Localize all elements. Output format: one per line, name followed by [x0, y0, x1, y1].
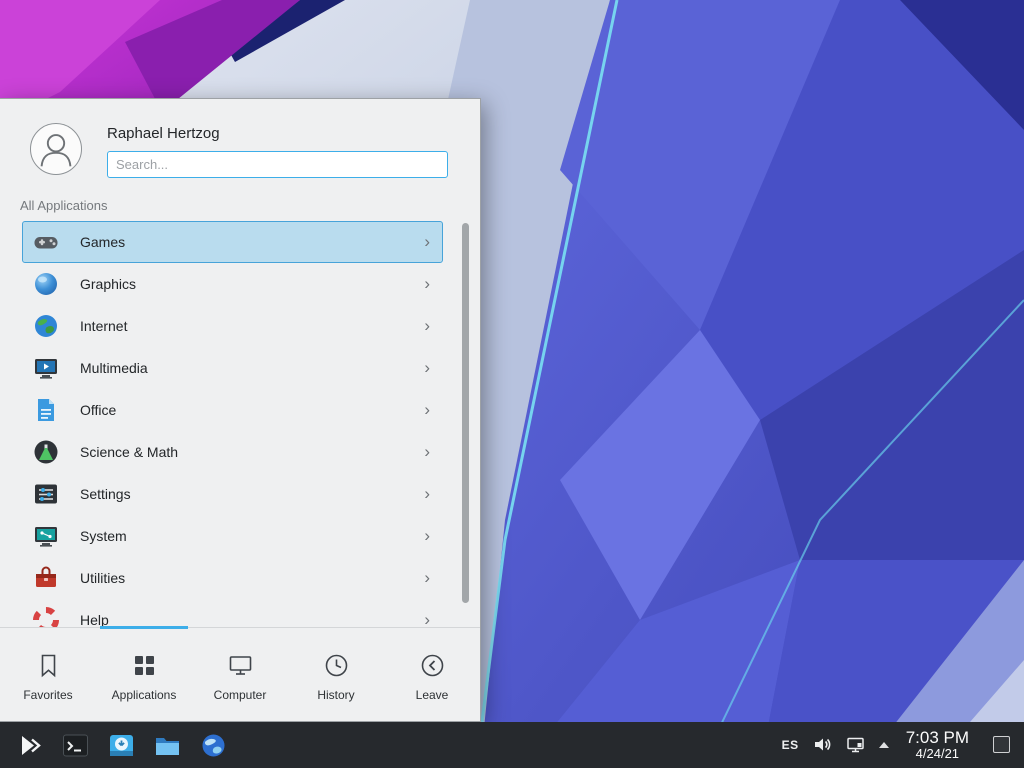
expand-tray-button[interactable]	[879, 742, 889, 748]
office-icon	[32, 396, 60, 424]
category-row-system[interactable]: System ›	[22, 515, 443, 557]
terminal-icon	[61, 731, 90, 760]
tab-label: Favorites	[23, 688, 72, 702]
tab-label: Leave	[416, 688, 449, 702]
category-row-utilities[interactable]: Utilities ›	[22, 557, 443, 599]
file-manager-icon	[153, 731, 182, 760]
caret-up-icon	[879, 742, 889, 748]
launcher-header: Raphael Hertzog	[0, 99, 480, 188]
settings-icon	[32, 480, 60, 508]
applications-icon	[131, 652, 158, 679]
category-label: Internet	[80, 318, 424, 334]
network-button[interactable]	[846, 735, 865, 754]
header-right: Raphael Hertzog	[107, 123, 450, 178]
internet-icon	[32, 312, 60, 340]
tab-history[interactable]: History	[288, 628, 384, 721]
category-row-office[interactable]: Office ›	[22, 389, 443, 431]
app-launcher-icon	[15, 731, 44, 760]
discover-icon	[107, 731, 136, 760]
category-row-settings[interactable]: Settings ›	[22, 473, 443, 515]
tab-label: Applications	[112, 688, 177, 702]
category-row-science[interactable]: Science & Math ›	[22, 431, 443, 473]
category-row-games[interactable]: Games ›	[22, 221, 443, 263]
clock-date: 4/24/21	[906, 747, 969, 762]
category-label: Multimedia	[80, 360, 424, 376]
category-row-internet[interactable]: Internet ›	[22, 305, 443, 347]
category-row-help[interactable]: Help ›	[22, 599, 443, 627]
network-icon	[846, 735, 865, 754]
web-browser-button[interactable]	[196, 728, 230, 762]
submenu-arrow-icon: ›	[424, 569, 430, 588]
user-avatar[interactable]	[30, 123, 82, 175]
category-label: Office	[80, 402, 424, 418]
computer-icon	[227, 652, 254, 679]
category-label: Graphics	[80, 276, 424, 292]
category-label: Settings	[80, 486, 424, 502]
favorites-icon	[35, 652, 62, 679]
history-icon	[323, 652, 350, 679]
tab-applications[interactable]: Applications	[96, 628, 192, 721]
submenu-arrow-icon: ›	[424, 443, 430, 462]
app-launcher-button[interactable]	[12, 728, 46, 762]
submenu-arrow-icon: ›	[424, 317, 430, 336]
category-row-graphics[interactable]: Graphics ›	[22, 263, 443, 305]
web-browser-icon	[199, 731, 228, 760]
tab-computer[interactable]: Computer	[192, 628, 288, 721]
submenu-arrow-icon: ›	[424, 611, 430, 628]
application-launcher-menu: Raphael Hertzog All Applications Games ›…	[0, 98, 481, 722]
tab-label: Computer	[214, 688, 267, 702]
help-icon	[32, 606, 60, 627]
system-icon	[32, 522, 60, 550]
category-label: Help	[80, 612, 424, 627]
submenu-arrow-icon: ›	[424, 275, 430, 294]
graphics-icon	[32, 270, 60, 298]
search-input[interactable]	[107, 151, 448, 178]
taskbar-panel: ES 7:03 PM 4/24/21	[0, 722, 1024, 768]
multimedia-icon	[32, 354, 60, 382]
tab-leave[interactable]: Leave	[384, 628, 480, 721]
volume-button[interactable]	[813, 735, 832, 754]
show-desktop-button[interactable]	[993, 736, 1010, 753]
user-name: Raphael Hertzog	[107, 123, 450, 142]
submenu-arrow-icon: ›	[424, 233, 430, 252]
tab-favorites[interactable]: Favorites	[0, 628, 96, 721]
launcher-tabbar: Favorites Applications Computer	[0, 627, 480, 721]
file-manager-button[interactable]	[150, 728, 184, 762]
user-icon	[31, 124, 81, 174]
submenu-arrow-icon: ›	[424, 401, 430, 420]
submenu-arrow-icon: ›	[424, 359, 430, 378]
scrollbar-thumb[interactable]	[462, 223, 469, 603]
keyboard-layout-indicator[interactable]: ES	[782, 738, 799, 752]
science-icon	[32, 438, 60, 466]
category-label: Science & Math	[80, 444, 424, 460]
clock[interactable]: 7:03 PM 4/24/21	[906, 728, 969, 762]
submenu-arrow-icon: ›	[424, 527, 430, 546]
section-label: All Applications	[20, 198, 480, 213]
tab-label: History	[317, 688, 354, 702]
clock-time: 7:03 PM	[906, 728, 969, 748]
category-label: System	[80, 528, 424, 544]
category-row-multimedia[interactable]: Multimedia ›	[22, 347, 443, 389]
category-label: Games	[80, 234, 424, 250]
system-tray: ES 7:03 PM 4/24/21	[775, 728, 1018, 762]
category-label: Utilities	[80, 570, 424, 586]
category-list: Games › Graphics › Internet ›	[0, 221, 480, 627]
volume-icon	[813, 735, 832, 754]
submenu-arrow-icon: ›	[424, 485, 430, 504]
discover-button[interactable]	[104, 728, 138, 762]
utilities-icon	[32, 564, 60, 592]
leave-icon	[419, 652, 446, 679]
terminal-button[interactable]	[58, 728, 92, 762]
games-icon	[32, 228, 60, 256]
active-tab-indicator	[100, 626, 188, 629]
